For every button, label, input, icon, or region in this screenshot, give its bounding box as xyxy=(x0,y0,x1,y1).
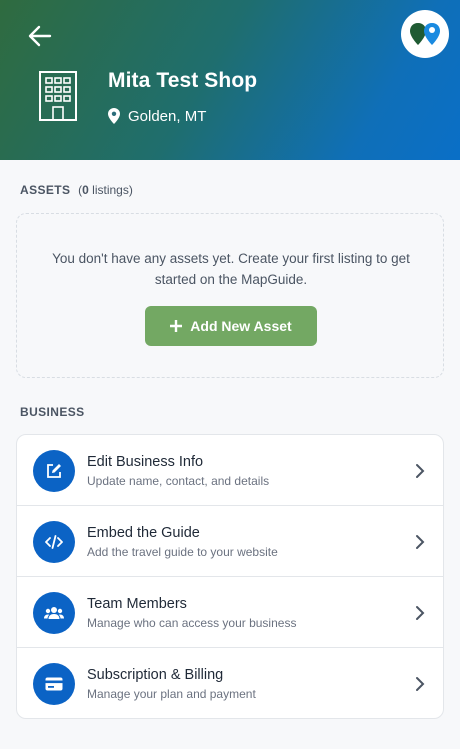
shop-header: Mita Test Shop Golden, MT xyxy=(0,0,460,160)
back-button[interactable] xyxy=(22,18,58,54)
code-icon xyxy=(45,535,63,549)
menu-item-title: Edit Business Info xyxy=(87,454,204,470)
assets-empty-state: You don't have any assets yet. Create yo… xyxy=(16,213,444,378)
menu-item-subtitle: Update name, contact, and details xyxy=(87,474,270,488)
plus-icon xyxy=(170,320,183,332)
menu-item-title: Team Members xyxy=(87,596,187,612)
menu-item-edit-business-info[interactable]: Edit Business Info Update name, contact,… xyxy=(17,435,443,506)
chevron-right-icon xyxy=(416,606,425,620)
location-text: Golden, MT xyxy=(128,107,207,125)
menu-item-title: Subscription & Billing xyxy=(87,667,224,683)
chevron-right-icon xyxy=(416,677,425,691)
chevron-right-icon xyxy=(416,464,425,478)
shop-name: Mita Test Shop xyxy=(108,69,258,92)
menu-item-team-members[interactable]: Team Members Manage who can access your … xyxy=(17,577,443,648)
edit-icon xyxy=(47,464,61,478)
credit-card-icon xyxy=(45,677,63,691)
map-pin-logo-icon xyxy=(410,23,440,45)
location-pin-icon xyxy=(108,108,120,124)
building-icon xyxy=(39,71,77,121)
mapguide-logo[interactable] xyxy=(401,10,449,58)
menu-item-subscription-billing[interactable]: Subscription & Billing Manage your plan … xyxy=(17,648,443,718)
assets-count: (0 listings) xyxy=(78,183,133,197)
menu-item-title: Embed the Guide xyxy=(87,525,200,541)
empty-message: You don't have any assets yet. Create yo… xyxy=(52,251,410,287)
add-button-label: Add New Asset xyxy=(190,318,292,334)
business-menu: Edit Business Info Update name, contact,… xyxy=(16,434,444,719)
menu-item-embed-guide[interactable]: Embed the Guide Add the travel guide to … xyxy=(17,506,443,577)
add-new-asset-button[interactable]: Add New Asset xyxy=(145,306,317,346)
menu-item-subtitle: Manage who can access your business xyxy=(87,616,297,630)
chevron-right-icon xyxy=(416,535,425,549)
menu-item-subtitle: Manage your plan and payment xyxy=(87,687,256,701)
shop-location: Golden, MT xyxy=(108,106,206,126)
menu-item-subtitle: Add the travel guide to your website xyxy=(87,545,278,559)
arrow-left-icon xyxy=(28,25,52,47)
assets-section-label: ASSETS (0 listings) xyxy=(20,183,133,197)
users-icon xyxy=(44,607,64,619)
business-section-label: BUSINESS xyxy=(20,405,85,419)
